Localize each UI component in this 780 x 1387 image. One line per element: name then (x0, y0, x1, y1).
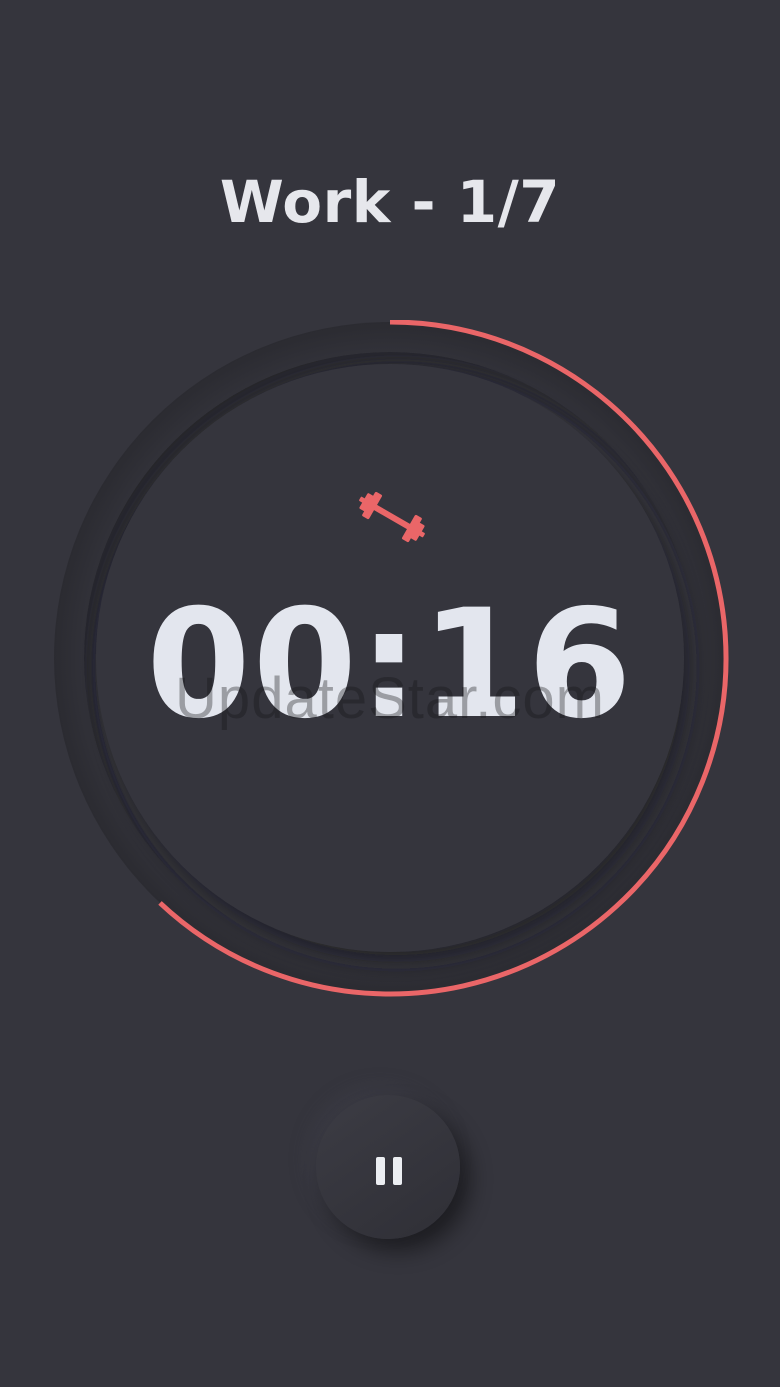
dumbbell-icon (359, 491, 425, 543)
pause-bar-right (393, 1157, 402, 1185)
countdown-time: 00:16 (146, 578, 634, 752)
pause-bar-left (376, 1157, 385, 1185)
interval-title: Work - 1/7 (219, 168, 561, 236)
workout-timer-screen: Work - 1/7 00:16 UpdateStar.com (0, 0, 780, 1387)
pause-icon[interactable] (376, 1157, 406, 1187)
